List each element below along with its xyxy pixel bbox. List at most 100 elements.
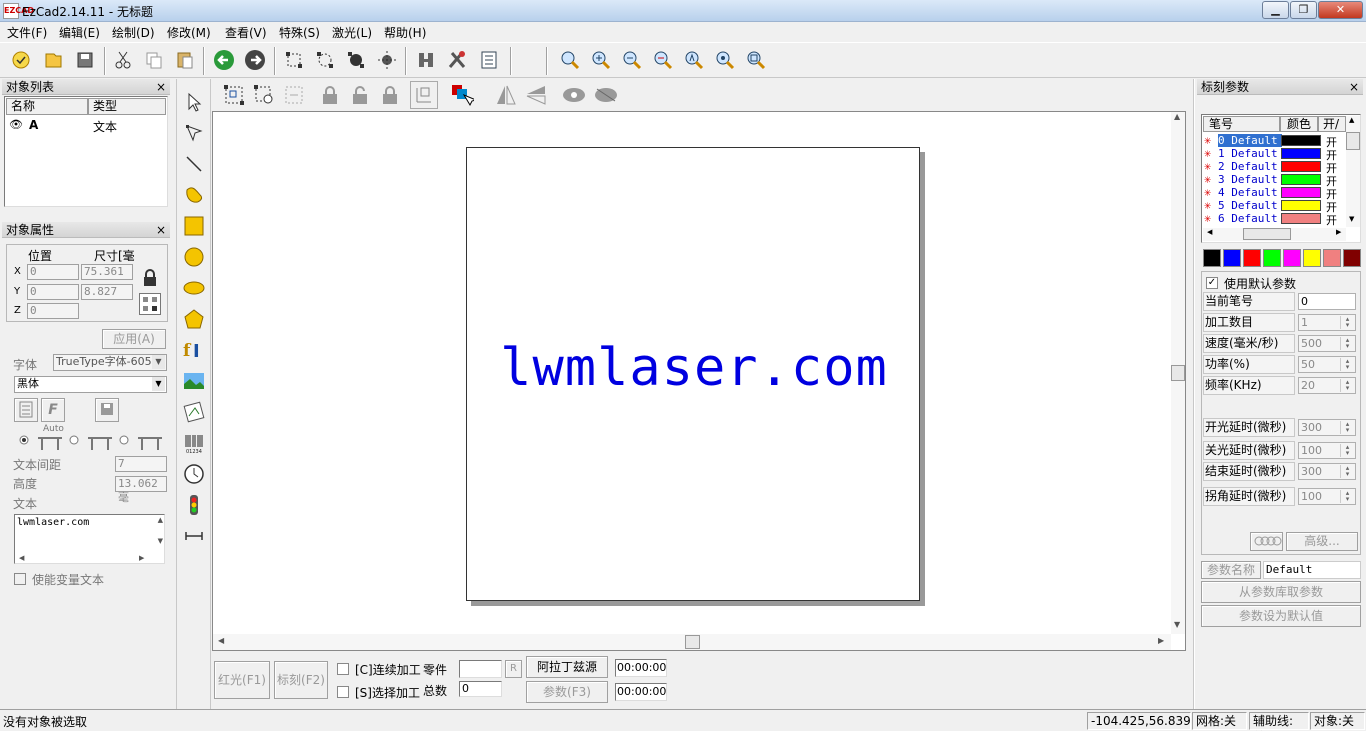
speed-field[interactable]: 500 ▴ ▾ [1298, 335, 1356, 352]
font-type-select[interactable]: TrueType字体-605 ▼ [53, 354, 167, 371]
paste-icon[interactable] [172, 47, 198, 73]
node-arrow-icon[interactable] [180, 119, 208, 147]
pen-color[interactable] [1281, 200, 1321, 211]
pen-color[interactable] [1281, 174, 1321, 185]
pen-color[interactable] [1281, 135, 1321, 146]
column-header-color[interactable]: 颜色 [1280, 116, 1318, 132]
stepper-icon[interactable]: ▴ ▾ [1340, 421, 1354, 434]
zoom-select-icon[interactable] [743, 47, 769, 73]
scroll-right-icon[interactable]: ▶ [1336, 228, 1341, 236]
scroll-left-icon[interactable]: ◀ [19, 554, 24, 562]
vector-file-icon[interactable] [180, 398, 208, 426]
menu-laser[interactable]: 激光(L) [332, 24, 372, 41]
color-swatch[interactable] [1203, 249, 1221, 267]
color-swatch[interactable] [1223, 249, 1241, 267]
color-swatch[interactable] [1263, 249, 1281, 267]
status-grid[interactable]: 网格:关 [1192, 712, 1247, 730]
color-swatch[interactable] [1283, 249, 1301, 267]
motion-tool-icon[interactable] [180, 522, 208, 550]
canvas-text-object[interactable]: lwmlaser.com [467, 338, 921, 398]
color-pick-icon[interactable] [448, 81, 476, 109]
part-count-field[interactable] [459, 660, 502, 678]
z-position-field[interactable]: 0 [27, 303, 79, 319]
font-name-select[interactable]: 黑体 ▼ [14, 376, 167, 393]
hide-icon[interactable] [592, 81, 620, 109]
scroll-left-icon[interactable]: ◀ [1207, 228, 1212, 236]
pen-row[interactable]: ✳ 5 Default 开 [1204, 198, 1349, 214]
stepper-icon[interactable]: ▴ ▾ [1340, 358, 1354, 371]
save-font-button[interactable] [95, 398, 119, 422]
horizontal-scroll-thumb[interactable] [685, 635, 700, 649]
redo-icon[interactable] [242, 47, 268, 73]
close-icon[interactable]: × [156, 79, 166, 95]
chevron-down-icon[interactable]: ▼ [152, 377, 165, 391]
set-default-button[interactable]: 参数设为默认值 [1201, 605, 1361, 627]
zoom-out-icon[interactable] [619, 47, 645, 73]
zoom-in-icon[interactable] [588, 47, 614, 73]
pen-row[interactable]: ✳ 6 Default 开 [1204, 211, 1349, 228]
menu-draw[interactable]: 绘制(D) [112, 24, 155, 41]
scroll-up-icon[interactable]: ▲ [1349, 116, 1354, 124]
pen-on[interactable]: 开 [1326, 212, 1337, 228]
current-pen-field[interactable]: 0 [1298, 293, 1356, 310]
eye-icon[interactable]: 👁 [9, 118, 23, 131]
column-header-type[interactable]: 类型 [88, 98, 166, 115]
copy-icon[interactable] [141, 47, 167, 73]
scroll-up-icon[interactable]: ▲ [158, 516, 163, 524]
stepper-icon[interactable]: ▴ ▾ [1340, 316, 1354, 329]
zoom-all-icon[interactable] [712, 47, 738, 73]
menu-file[interactable]: 文件(F) [7, 24, 47, 41]
close-icon[interactable]: × [1349, 79, 1359, 95]
select-node-icon[interactable] [312, 47, 338, 73]
total-field[interactable]: 0 [459, 681, 502, 697]
cut-icon[interactable] [110, 47, 136, 73]
unlock-icon[interactable] [346, 81, 374, 109]
lock-ratio-icon[interactable] [141, 268, 159, 288]
color-swatch[interactable] [1243, 249, 1261, 267]
curve-tool-icon[interactable] [180, 181, 208, 209]
new-icon[interactable] [8, 47, 34, 73]
close-button[interactable]: ✕ [1318, 1, 1363, 19]
undo-icon[interactable] [211, 47, 237, 73]
vertical-scroll-thumb[interactable] [1171, 365, 1185, 381]
show-all-icon[interactable] [560, 81, 588, 109]
timer-tool-icon[interactable] [180, 460, 208, 488]
stepper-icon[interactable]: ▴ ▾ [1340, 490, 1354, 503]
text-input[interactable]: lwmlaser.com ▲ ▼ ◀ ▶ [14, 514, 165, 564]
object-list[interactable]: 名称 类型 👁 A 文本 [4, 96, 168, 207]
stepper-icon[interactable]: ▴ ▾ [1340, 465, 1354, 478]
bitmap-icon[interactable] [413, 47, 439, 73]
scroll-up-icon[interactable]: ▲ [1174, 112, 1180, 121]
red-light-button[interactable]: 红光(F1) [214, 661, 270, 699]
scroll-down-icon[interactable]: ▼ [1174, 620, 1180, 629]
corner-delay-field[interactable]: 100 ▴ ▾ [1298, 488, 1356, 505]
line-tool-icon[interactable] [180, 150, 208, 178]
scroll-left-icon[interactable]: ◀ [218, 636, 224, 645]
menu-help[interactable]: 帮助(H) [384, 24, 426, 41]
color-swatch[interactable] [1343, 249, 1361, 267]
pen-row[interactable]: ✳ 4 Default 开 [1204, 185, 1349, 201]
save-icon[interactable] [72, 47, 98, 73]
ungroup-icon[interactable] [250, 81, 278, 109]
select-arrow-icon[interactable] [180, 88, 208, 116]
color-swatch[interactable] [1303, 249, 1321, 267]
group-icon[interactable] [220, 81, 248, 109]
hatch-icon[interactable] [280, 81, 308, 109]
scroll-down-icon[interactable]: ▼ [1349, 215, 1354, 223]
mirror-horizontal-icon[interactable] [492, 81, 520, 109]
color-swatch[interactable] [1323, 249, 1341, 267]
x-position-field[interactable]: 0 [27, 264, 79, 280]
wobble-button[interactable] [1250, 532, 1283, 551]
menu-modify[interactable]: 修改(M) [167, 24, 211, 41]
laser-off-delay-field[interactable]: 100 ▴ ▾ [1298, 442, 1356, 459]
apply-button[interactable]: 应用(A) [102, 329, 166, 349]
column-header-on[interactable]: 开/ [1318, 116, 1346, 132]
variable-text-checkbox[interactable] [14, 573, 26, 585]
reset-button[interactable]: R [505, 660, 522, 678]
bitmap-tool-icon[interactable] [180, 367, 208, 395]
lock-icon[interactable] [316, 81, 344, 109]
column-header-pen[interactable]: 笔号 [1203, 116, 1280, 132]
height-field[interactable]: 13.062毫 [115, 476, 167, 504]
zoom-fit-icon[interactable] [650, 47, 676, 73]
zoom-window-icon[interactable] [681, 47, 707, 73]
